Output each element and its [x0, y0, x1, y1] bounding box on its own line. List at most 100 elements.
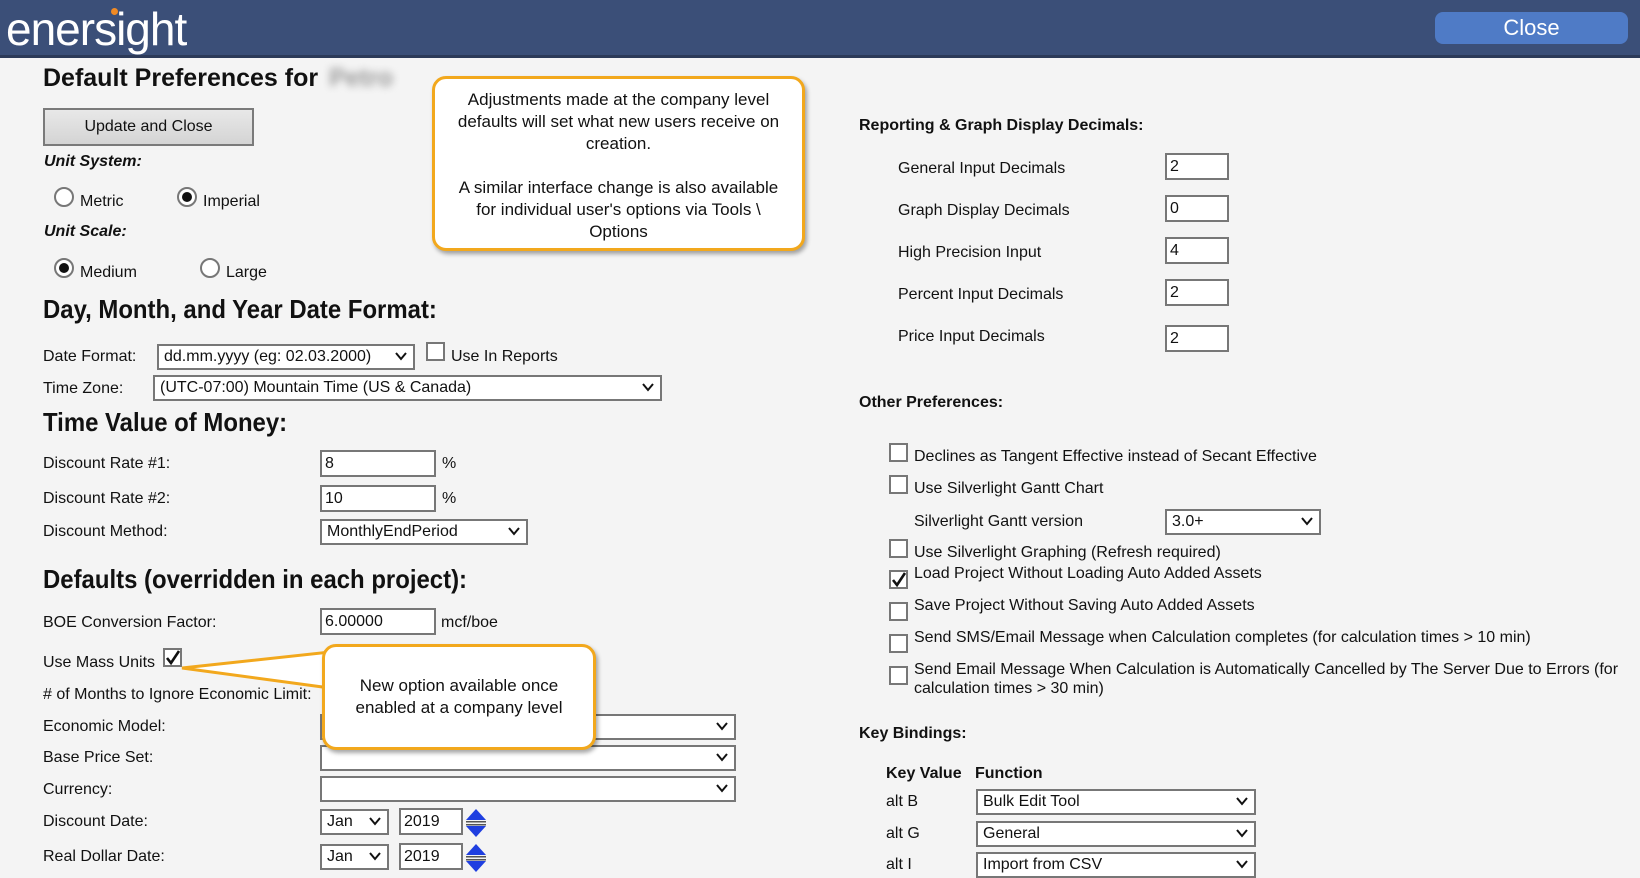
time-zone-select[interactable]: (UTC-07:00) Mountain Time (US & Canada): [153, 375, 662, 401]
percent-sign-1: %: [442, 455, 457, 472]
date-format-heading: Day, Month, and Year Date Format:: [43, 294, 437, 324]
radio-metric[interactable]: [54, 187, 74, 207]
real-dollar-year-input[interactable]: 2019: [399, 843, 463, 870]
base-price-label: Base Price Set:: [43, 749, 154, 766]
function-column-header: Function: [975, 765, 1043, 782]
key-binding-key: alt B: [886, 793, 919, 810]
other-preferences-heading: Other Preferences:: [859, 394, 1004, 411]
real-dollar-date-label: Real Dollar Date:: [43, 848, 165, 865]
key-binding-function-select[interactable]: General: [976, 821, 1256, 847]
chevron-down-icon: [508, 527, 520, 536]
key-binding-key: alt G: [886, 825, 920, 842]
decimals-heading: Reporting & Graph Display Decimals:: [859, 117, 1144, 134]
boe-label: BOE Conversion Factor:: [43, 614, 217, 631]
date-format-select[interactable]: dd.mm.yyyy (eg: 02.03.2000): [157, 344, 415, 370]
checkbox-load-project[interactable]: [889, 570, 908, 589]
year-spinner-icon[interactable]: [465, 808, 487, 838]
enersight-logo: enersight: [6, 3, 187, 55]
checkbox-silverlight-gantt[interactable]: [889, 475, 908, 494]
radio-metric-label: Metric: [80, 193, 124, 210]
decimals-label: Percent Input Decimals: [898, 286, 1064, 303]
chevron-down-icon: [716, 753, 728, 762]
callout-text-2: A similar interface change is also avail…: [458, 178, 779, 241]
radio-large-label: Large: [226, 264, 267, 281]
page-title: Default Preferences for Petro: [43, 64, 393, 92]
decimals-input[interactable]: 0: [1165, 195, 1229, 222]
checkbox-save-project[interactable]: [889, 602, 908, 621]
chevron-down-icon: [369, 817, 381, 826]
tvm-heading: Time Value of Money:: [43, 407, 288, 437]
checkbox-email-cancelled[interactable]: [889, 666, 908, 685]
decimals-label: High Precision Input: [898, 244, 1042, 261]
boe-unit: mcf/boe: [441, 614, 498, 631]
gantt-version-select[interactable]: 3.0+: [1165, 509, 1321, 535]
email-cancelled-label-line2: calculation times > 30 min): [914, 680, 1104, 697]
gantt-version-value: 3.0+: [1172, 513, 1204, 530]
checkbox-sms-email[interactable]: [889, 634, 908, 653]
use-in-reports-checkbox[interactable]: [426, 342, 445, 361]
radio-imperial[interactable]: [177, 187, 197, 207]
discount-rate-2-input[interactable]: 10: [320, 485, 436, 512]
discount-method-value: MonthlyEndPeriod: [327, 523, 458, 540]
discount-date-month-value: Jan: [327, 813, 353, 830]
key-binding-function-select[interactable]: Bulk Edit Tool: [976, 789, 1256, 815]
boe-input[interactable]: 6.00000: [320, 608, 436, 635]
chevron-down-icon: [642, 383, 654, 392]
chevron-down-icon: [1236, 829, 1248, 838]
radio-large[interactable]: [200, 258, 220, 278]
callout-text-mass: New option available once enabled at a c…: [355, 676, 563, 717]
chevron-down-icon: [1301, 517, 1313, 526]
key-bindings-heading: Key Bindings:: [859, 725, 967, 742]
date-format-value: dd.mm.yyyy (eg: 02.03.2000): [164, 348, 372, 365]
key-binding-function-select[interactable]: Import from CSV: [976, 852, 1256, 878]
logo-dot: [111, 8, 118, 15]
silverlight-graphing-label: Use Silverlight Graphing (Refresh requir…: [914, 544, 1221, 561]
discount-date-month-select[interactable]: Jan: [320, 809, 389, 835]
check-icon: [165, 650, 181, 666]
chevron-down-icon: [395, 352, 407, 361]
radio-medium-label: Medium: [80, 264, 137, 281]
tangent-effective-label: Declines as Tangent Effective instead of…: [914, 448, 1317, 465]
year-spinner-icon[interactable]: [465, 843, 487, 873]
checkbox-silverlight-graphing[interactable]: [889, 539, 908, 558]
chevron-down-icon: [716, 784, 728, 793]
callout-pointer: [181, 650, 332, 690]
decimals-label: General Input Decimals: [898, 160, 1066, 177]
callout-company-defaults: Adjustments made at the company level de…: [432, 76, 805, 251]
discount-date-year-input[interactable]: 2019: [399, 808, 463, 835]
load-project-label: Load Project Without Loading Auto Added …: [914, 565, 1262, 582]
discount-method-label: Discount Method:: [43, 523, 168, 540]
save-project-label: Save Project Without Saving Auto Added A…: [914, 597, 1255, 614]
gantt-version-label: Silverlight Gantt version: [914, 513, 1083, 530]
time-zone-value: (UTC-07:00) Mountain Time (US & Canada): [160, 379, 472, 396]
decimals-input[interactable]: 2: [1165, 279, 1229, 306]
close-button[interactable]: Close: [1435, 12, 1628, 44]
checkbox-tangent-effective[interactable]: [889, 443, 908, 462]
decimals-input[interactable]: 2: [1165, 153, 1229, 180]
discount-rate-1-label: Discount Rate #1:: [43, 455, 171, 472]
real-dollar-month-value: Jan: [327, 848, 353, 865]
chevron-down-icon: [716, 722, 728, 731]
radio-imperial-label: Imperial: [203, 193, 260, 210]
currency-select[interactable]: [320, 776, 736, 802]
radio-medium[interactable]: [54, 258, 74, 278]
chevron-down-icon: [1236, 797, 1248, 806]
update-and-close-button[interactable]: Update and Close: [43, 108, 254, 146]
callout-mass-units: New option available once enabled at a c…: [322, 644, 596, 750]
unit-system-label: Unit System:: [44, 153, 142, 170]
unit-scale-label: Unit Scale:: [44, 223, 127, 240]
key-binding-function-value: Import from CSV: [983, 856, 1103, 873]
discount-method-select[interactable]: MonthlyEndPeriod: [320, 519, 528, 545]
currency-label: Currency:: [43, 781, 113, 798]
key-binding-function-value: General: [983, 825, 1040, 842]
top-bar: enersight Close: [0, 0, 1640, 58]
decimals-input[interactable]: 4: [1165, 237, 1229, 264]
decimals-input[interactable]: 2: [1165, 325, 1229, 352]
real-dollar-month-select[interactable]: Jan: [320, 844, 389, 870]
company-name-blurred: Petro: [329, 64, 393, 92]
discount-date-label: Discount Date:: [43, 813, 148, 830]
discount-rate-1-input[interactable]: 8: [320, 450, 436, 477]
check-icon: [891, 572, 907, 588]
email-cancelled-label: Send Email Message When Calculation is A…: [914, 661, 1619, 678]
key-binding-key: alt I: [886, 856, 912, 873]
